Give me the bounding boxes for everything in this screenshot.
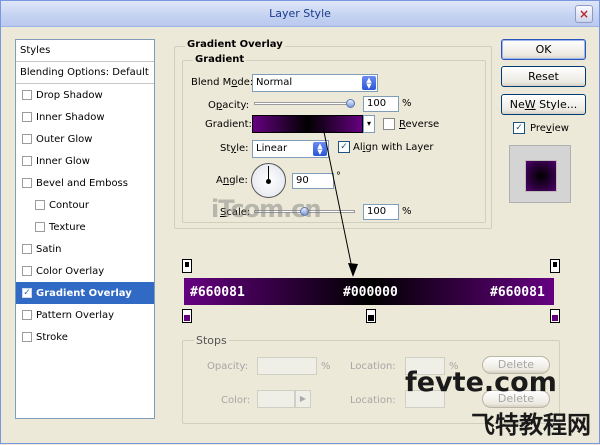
watermark-fevte: fevte.com xyxy=(405,367,557,398)
stops-color-swatch xyxy=(257,390,295,408)
watermark-chinese: 飞特教程网 xyxy=(471,411,591,439)
stops-opacity-unit: % xyxy=(321,361,331,372)
stops-opacity-label: Opacity: xyxy=(207,361,249,372)
stops-title: Stops xyxy=(194,334,229,347)
stops-opacity-input xyxy=(257,357,317,375)
stops-location-label-2: Location: xyxy=(350,395,396,406)
stops-color-label: Color: xyxy=(221,395,251,406)
stops-color-arrow: ▶ xyxy=(295,390,311,408)
stops-location-label: Location: xyxy=(350,361,396,372)
layer-style-dialog: Layer Style × Styles Blending Options: D… xyxy=(0,0,600,444)
